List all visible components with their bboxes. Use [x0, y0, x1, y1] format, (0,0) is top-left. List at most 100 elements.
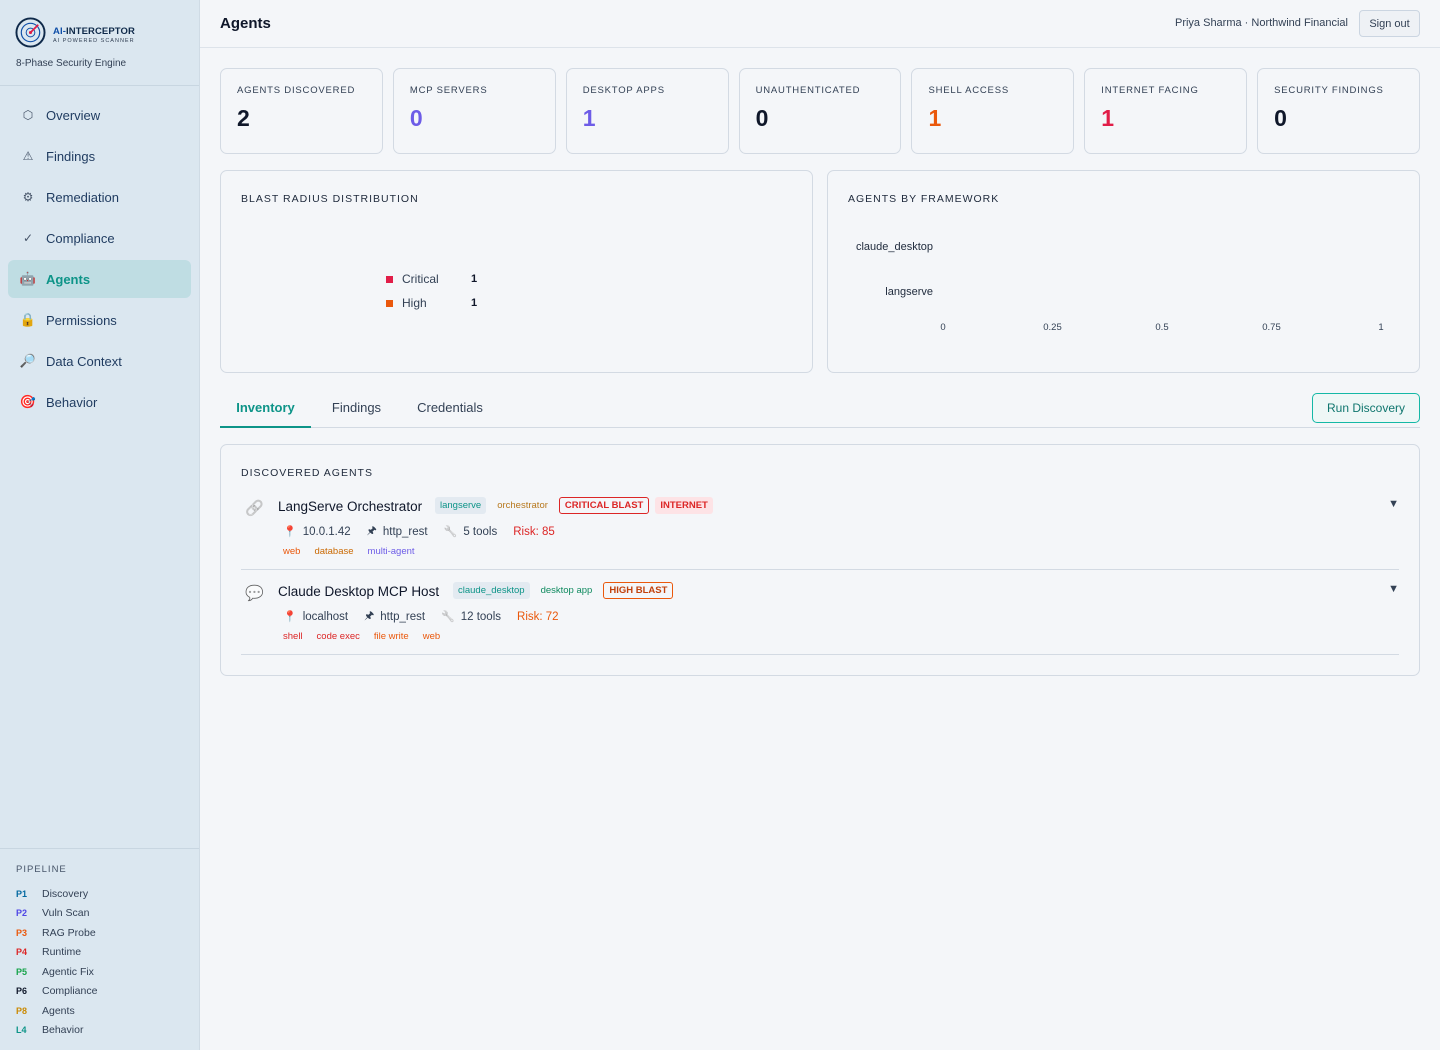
tab-credentials[interactable]: Credentials [407, 392, 493, 428]
pipeline-code: P5 [16, 966, 28, 977]
pipeline-code: L4 [16, 1025, 27, 1036]
meta-tools: 🔧 5 tools [443, 525, 498, 539]
stat-label: SHELL ACCESS [928, 85, 1009, 96]
pipeline-label: RAG Probe [42, 926, 96, 939]
hexagon-icon: ⬡ [22, 108, 34, 122]
stat-label: DESKTOP APPS [582, 85, 665, 96]
pipeline-code: P3 [16, 927, 28, 938]
wrench-icon: 🔧 [443, 526, 458, 538]
meta-value: localhost [302, 610, 349, 623]
expand-caret-icon[interactable]: ▼ [1388, 583, 1399, 595]
top-header: Agents Priya Sharma · Northwind Financia… [200, 0, 1440, 48]
agent-meta: 📍 localhost 🖈 http_rest 🔧 12 tools Risk: 72 [283, 607, 559, 626]
risk-score: Risk: 72 [517, 610, 559, 623]
x-tick-label: 1 [1378, 322, 1384, 333]
link-icon: 🔗 [245, 500, 264, 517]
internet-badge: INTERNET [655, 497, 713, 514]
sidebar-item-label: Agents [46, 271, 91, 287]
capability-tag: database [314, 546, 354, 557]
sidebar-item-findings[interactable]: ⚠ Findings [8, 137, 191, 175]
agent-row[interactable]: 💬 Claude Desktop MCP Host claude_desktop de… [241, 570, 1399, 655]
sign-out-button[interactable]: Sign out [1359, 10, 1420, 37]
sidebar: AI-INTERCEPTOR AI POWERED SCANNER 8-Phas… [0, 0, 200, 1050]
sidebar-item-data-context[interactable]: 🔎 Data Context [8, 342, 191, 380]
stat-card-desktop-apps: DESKTOP APPS 1 [565, 68, 729, 154]
pipeline-item[interactable]: P6 Compliance [16, 982, 183, 1002]
sidebar-item-remediation[interactable]: ⚙ Remediation [8, 178, 191, 216]
capability-tag: web [422, 631, 441, 642]
sidebar-item-overview[interactable]: ⬡ Overview [8, 96, 191, 134]
meta-tools: 🔧 12 tools [441, 610, 502, 624]
lock-icon: 🔒 [19, 312, 37, 327]
chat-icon: 💬 [245, 585, 264, 602]
pipeline-item[interactable]: P3 RAG Probe [16, 923, 183, 943]
agent-tags: claude_desktop desktop app HIGH BLAST [453, 582, 674, 599]
sidebar-item-label: Data Context [46, 353, 122, 369]
pipeline-item[interactable]: L4 Behavior [16, 1021, 183, 1041]
capability-tags: web database multi-agent [283, 546, 415, 557]
pipeline-item[interactable]: P2 Vuln Scan [16, 904, 183, 924]
wrench-icon: 🔧 [441, 611, 455, 623]
pipeline-label: Agents [42, 1004, 75, 1017]
brand-subtitle: AI POWERED SCANNER [53, 38, 135, 44]
sidebar-item-label: Behavior [46, 394, 98, 410]
sidebar-item-agents[interactable]: 🤖 Agents [8, 260, 191, 298]
legend-value: 1 [471, 297, 478, 309]
stat-label: SECURITY FINDINGS [1274, 85, 1384, 96]
run-discovery-button[interactable]: Run Discovery [1312, 393, 1420, 423]
pipeline-label: Agentic Fix [42, 965, 94, 978]
stat-value: 1 [582, 105, 596, 131]
pipeline-item[interactable]: P1 Discovery [16, 884, 183, 904]
capability-tag: file write [373, 631, 409, 642]
capability-tags: shell code exec file write web [283, 631, 440, 642]
pipeline-label: Behavior [42, 1024, 84, 1037]
pipeline-section: PIPELINE P1 Discovery P2 Vuln Scan P3 RAG Pro… [0, 848, 199, 1050]
stat-label: AGENTS DISCOVERED [237, 85, 356, 96]
tab-inventory[interactable]: Inventory [220, 392, 311, 428]
brand-tagline: 8-Phase Security Engine [16, 58, 127, 69]
category-label: claude_desktop [855, 241, 933, 253]
stat-label: INTERNET FACING [1101, 85, 1199, 96]
agent-meta: 📍 10.0.1.42 🖈 http_rest 🔧 5 tools Risk: 85 [283, 522, 555, 541]
framework-chart-title: AGENTS BY FRAMEWORK [848, 193, 1000, 205]
sidebar-item-compliance[interactable]: ✓ Compliance [8, 219, 191, 257]
sidebar-item-permissions[interactable]: 🔒 Permissions [8, 301, 191, 339]
expand-caret-icon[interactable]: ▼ [1388, 498, 1399, 510]
risk-score: Risk: 85 [513, 525, 555, 538]
sidebar-item-label: Permissions [46, 312, 117, 328]
capability-tag: web [283, 546, 301, 557]
x-tick-label: 0.75 [1262, 322, 1281, 333]
meta-value: 12 tools [460, 610, 502, 623]
blast-badge: CRITICAL BLAST [558, 497, 650, 514]
stat-card-internet-facing: INTERNET FACING 1 [1084, 68, 1248, 154]
tab-findings[interactable]: Findings [320, 392, 393, 428]
check-icon: ✓ [22, 231, 34, 245]
brand-name: AI-INTERCEPTOR [53, 26, 135, 37]
meta-host: 📍 localhost [283, 610, 349, 624]
sidebar-item-label: Remediation [46, 189, 119, 205]
meta-protocol: 🖈 http_rest [367, 522, 428, 541]
stat-value: 0 [755, 105, 769, 131]
blast-badge: HIGH BLAST [603, 582, 674, 599]
capability-tag: multi-agent [367, 546, 415, 557]
pipeline-item[interactable]: P4 Runtime [16, 943, 183, 963]
meta-value: 5 tools [463, 525, 498, 538]
pipeline-item[interactable]: P8 Agents [16, 1001, 183, 1021]
sidebar-item-behavior[interactable]: 🎯 Behavior [8, 383, 191, 421]
pipeline-title: PIPELINE [16, 864, 67, 875]
pipeline-code: P1 [16, 888, 28, 899]
pipeline-item[interactable]: P5 Agentic Fix [16, 962, 183, 982]
stat-value: 0 [1274, 105, 1287, 131]
stat-card-mcp-servers: MCP SERVERS 0 [392, 68, 556, 154]
meta-protocol: 🖈 http_rest [364, 607, 425, 626]
magnifier-icon: 🔎 [19, 353, 37, 368]
capability-tag: shell [283, 631, 303, 642]
legend-item: High 1 [386, 291, 477, 315]
agent-row[interactable]: 🔗 LangServe Orchestrator langserve orchestr… [241, 485, 1399, 570]
capability-tag: code exec [316, 631, 360, 642]
stat-card-unauthenticated: UNAUTHENTICATED 0 [738, 68, 902, 154]
stat-card-security-findings: SECURITY FINDINGS 0 [1257, 68, 1421, 154]
pipeline-label: Discovery [42, 887, 89, 900]
stat-value: 0 [409, 105, 423, 131]
agent-name: Claude Desktop MCP Host [278, 584, 440, 599]
